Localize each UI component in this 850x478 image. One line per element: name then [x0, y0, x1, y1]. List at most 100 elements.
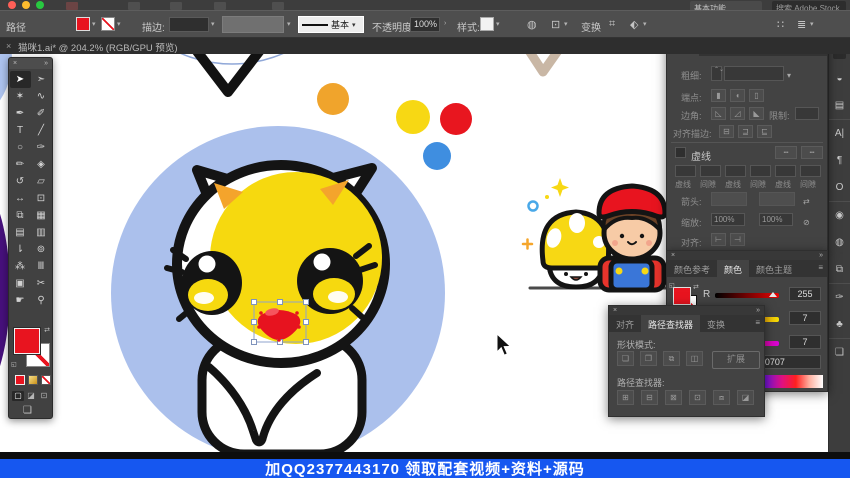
tab-transform[interactable]: 变换	[700, 315, 732, 332]
stock-search-input[interactable]: 搜索 Adobe Stock	[772, 1, 846, 10]
minus-front-button[interactable]: ❐	[640, 351, 657, 366]
dash-field-1[interactable]	[700, 165, 721, 177]
menu-item[interactable]	[272, 2, 284, 10]
trim-button[interactable]: ⊟	[641, 390, 658, 405]
dock-layers-icon[interactable]: ❏	[829, 338, 850, 366]
dash-field-3[interactable]	[750, 165, 771, 177]
collapse-panel-icon[interactable]: »	[44, 60, 48, 67]
collapse-panel-icon[interactable]: »	[756, 307, 760, 314]
panel-menu-icon[interactable]: ≡	[818, 260, 827, 277]
symbol-sprayer-tool[interactable]: ⁂	[10, 258, 31, 275]
dock-paragraph-icon[interactable]: ¶	[829, 147, 850, 174]
close-panel-icon[interactable]: ×	[613, 307, 617, 314]
dash-field-2[interactable]	[725, 165, 746, 177]
lasso-tool[interactable]: ∿	[31, 88, 52, 105]
intersect-button[interactable]: ⧉	[663, 351, 680, 366]
artboard-tool[interactable]: ▣	[10, 275, 31, 292]
dash-field-5[interactable]	[800, 165, 821, 177]
round-join-button[interactable]: ◿	[730, 107, 745, 120]
screen-mode-icon[interactable]: ❏	[23, 405, 32, 416]
unite-button[interactable]: ❏	[617, 351, 634, 366]
channel-value-B[interactable]: 7	[789, 335, 821, 349]
distribute-options-icon[interactable]: ⬖	[630, 18, 638, 31]
shape-builder-tool[interactable]: ⧉	[10, 207, 31, 224]
minimize-window-button[interactable]	[22, 1, 30, 9]
stroke-weight-field[interactable]	[169, 17, 209, 32]
magic-wand-tool[interactable]: ✶	[10, 88, 31, 105]
tools-panel-header[interactable]: × »	[9, 58, 52, 69]
collapse-panel-icon[interactable]: »	[819, 252, 823, 259]
dock-brushes-icon[interactable]: ▤	[829, 92, 850, 119]
scale-tool[interactable]: ▱	[31, 173, 52, 190]
dock-cc-libraries-icon[interactable]: ◉	[829, 201, 850, 229]
close-panel-icon[interactable]: ×	[671, 252, 675, 259]
fill-swatch[interactable]	[14, 328, 40, 354]
eyedropper-tool[interactable]: ⇂	[10, 241, 31, 258]
dock-color-themes-icon[interactable]: ◍	[829, 229, 850, 256]
close-panel-icon[interactable]: ×	[13, 60, 17, 67]
rotate-tool[interactable]: ↺	[10, 173, 31, 190]
document-tab-title[interactable]: 猫咪1.ai* @ 204.2% (RGB/GPU 预览)	[18, 40, 178, 54]
menu-item[interactable]	[170, 2, 182, 10]
projecting-cap-button[interactable]: ▯	[749, 89, 764, 102]
minus-back-button[interactable]: ◪	[737, 390, 754, 405]
select-similar-chevron-icon[interactable]: ▾	[564, 20, 568, 28]
dash-field-4[interactable]	[775, 165, 796, 177]
stroke-chevron-icon[interactable]: ▾	[117, 20, 121, 28]
divide-button[interactable]: ⊞	[617, 390, 634, 405]
expand-button[interactable]: 扩展	[712, 351, 760, 369]
fill-chevron-icon[interactable]: ▾	[92, 20, 96, 28]
cat-character[interactable]	[167, 165, 385, 452]
bevel-join-button[interactable]: ◣	[749, 107, 764, 120]
dash-field-0[interactable]	[675, 165, 696, 177]
tab-color[interactable]: 颜色	[717, 260, 749, 277]
selection-tool[interactable]: ➤	[10, 71, 31, 88]
tab-pathfinder[interactable]: 路径查找器	[641, 315, 700, 332]
arrow-align-end-button[interactable]: ⊣	[730, 233, 745, 246]
merge-button[interactable]: ⊠	[665, 390, 682, 405]
ellipse-tool[interactable]: ○	[10, 139, 31, 156]
line-segment-tool[interactable]: ╱	[31, 122, 52, 139]
brush-chevron-icon[interactable]: ▾	[287, 20, 291, 28]
blend-tool[interactable]: ⊚	[31, 241, 52, 258]
stroke-weight-chevron-icon[interactable]: ▾	[211, 20, 215, 28]
color-mode-swatch[interactable]	[15, 375, 25, 385]
draw-normal-mode-icon[interactable]: ▢	[12, 391, 24, 401]
arrow-align-tip-button[interactable]: ⊢	[711, 233, 726, 246]
weight-chevron-icon[interactable]: ▾	[787, 68, 795, 80]
draw-behind-mode-icon[interactable]: ◪	[25, 391, 37, 401]
limit-field[interactable]	[795, 107, 819, 120]
dock-graphic-styles-icon[interactable]: ✑	[829, 283, 850, 311]
free-transform-tool[interactable]: ⊡	[31, 190, 52, 207]
curvature-tool[interactable]: ✐	[31, 105, 52, 122]
channel-value-G[interactable]: 7	[789, 311, 821, 325]
arrow-start-dropdown[interactable]	[711, 192, 747, 206]
dashed-line-checkbox[interactable]	[675, 147, 686, 158]
dock-artboards-icon[interactable]: ⧉	[829, 256, 850, 283]
recolor-artwork-icon[interactable]: ◍	[527, 18, 537, 31]
column-graph-tool[interactable]: Ⅲ	[31, 258, 52, 275]
menu-item[interactable]	[214, 2, 226, 10]
stroke-align-inside-button[interactable]: ⊒	[738, 125, 753, 138]
align-options-icon[interactable]: ⌗	[609, 18, 615, 31]
transform-label[interactable]: 变换	[581, 19, 601, 34]
menu-item[interactable]	[128, 2, 140, 10]
type-tool[interactable]: T	[10, 122, 31, 139]
workspace-chevron-icon[interactable]: ▾	[810, 20, 814, 28]
exclude-button[interactable]: ◫	[686, 351, 703, 366]
eraser-tool[interactable]: ◈	[31, 156, 52, 173]
tab-color-guide[interactable]: 颜色参考	[667, 260, 717, 277]
align-dashes-to-corners-button[interactable]: ╍	[801, 146, 823, 159]
round-cap-button[interactable]: ◖	[730, 89, 745, 102]
stroke-align-center-button[interactable]: ⊟	[719, 125, 734, 138]
brush-definition-field[interactable]	[222, 16, 284, 33]
channel-value-R[interactable]: 255	[789, 287, 821, 301]
gradient-mode-swatch[interactable]	[28, 375, 38, 385]
paintbrush-tool[interactable]: ✑	[31, 139, 52, 156]
dock-opentype-icon[interactable]: O	[829, 174, 850, 201]
close-window-button[interactable]	[8, 1, 16, 9]
workspace-switcher[interactable]: 基本功能	[690, 1, 762, 10]
variable-width-profile[interactable]: 基本 ▾	[298, 16, 364, 33]
zoom-tool[interactable]: ⚲	[31, 292, 52, 309]
style-chevron-icon[interactable]: ▾	[496, 20, 500, 28]
